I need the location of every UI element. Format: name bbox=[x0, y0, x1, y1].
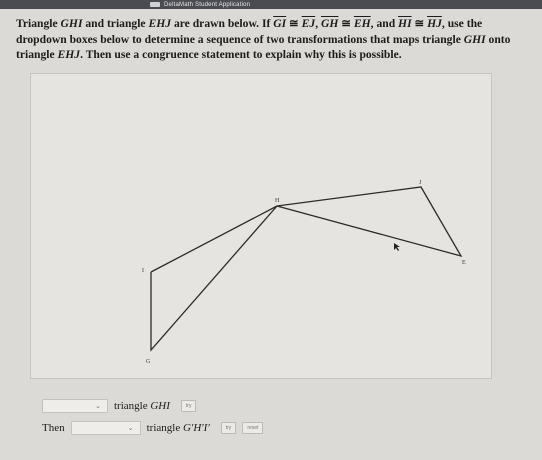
chevron-down-icon: ⌄ bbox=[95, 402, 101, 410]
app-title-bar: DeltaMath Student Application bbox=[0, 0, 542, 9]
transformation-dropdown-1[interactable]: ⌄ bbox=[42, 399, 108, 413]
row1-label: triangle GHI bbox=[114, 400, 170, 412]
then-label: Then bbox=[42, 422, 65, 434]
triangle-ghi bbox=[150, 205, 278, 352]
label-j: J bbox=[419, 180, 422, 186]
label-i: I bbox=[142, 268, 144, 274]
mouse-cursor-icon bbox=[394, 243, 400, 251]
try-button-1[interactable]: try bbox=[180, 400, 197, 412]
transformation-row-1: ⌄ triangle GHI try bbox=[42, 399, 197, 413]
triangles-diagram: G I H J E bbox=[142, 180, 466, 365]
app-logo-icon bbox=[150, 2, 160, 7]
try-button-2[interactable]: try bbox=[220, 422, 237, 434]
label-h: H bbox=[275, 198, 280, 204]
chevron-down-icon: ⌄ bbox=[127, 424, 134, 432]
app-title: DeltaMath Student Application bbox=[164, 1, 251, 8]
reset-button[interactable]: reset bbox=[242, 422, 264, 434]
row2-label: triangle G′H′I′ bbox=[146, 422, 210, 434]
triangle-ehj bbox=[276, 186, 463, 258]
label-g: G bbox=[146, 359, 151, 365]
transformation-dropdown-2[interactable]: ⌄ bbox=[70, 421, 141, 435]
transformation-row-2: Then ⌄ triangle G′H′I′ try reset bbox=[42, 421, 264, 435]
question-text: Triangle GHI and triangle EHJ are drawn … bbox=[16, 17, 511, 61]
label-e: E bbox=[462, 260, 466, 266]
diagram-canvas[interactable]: G I H J E bbox=[30, 73, 492, 379]
